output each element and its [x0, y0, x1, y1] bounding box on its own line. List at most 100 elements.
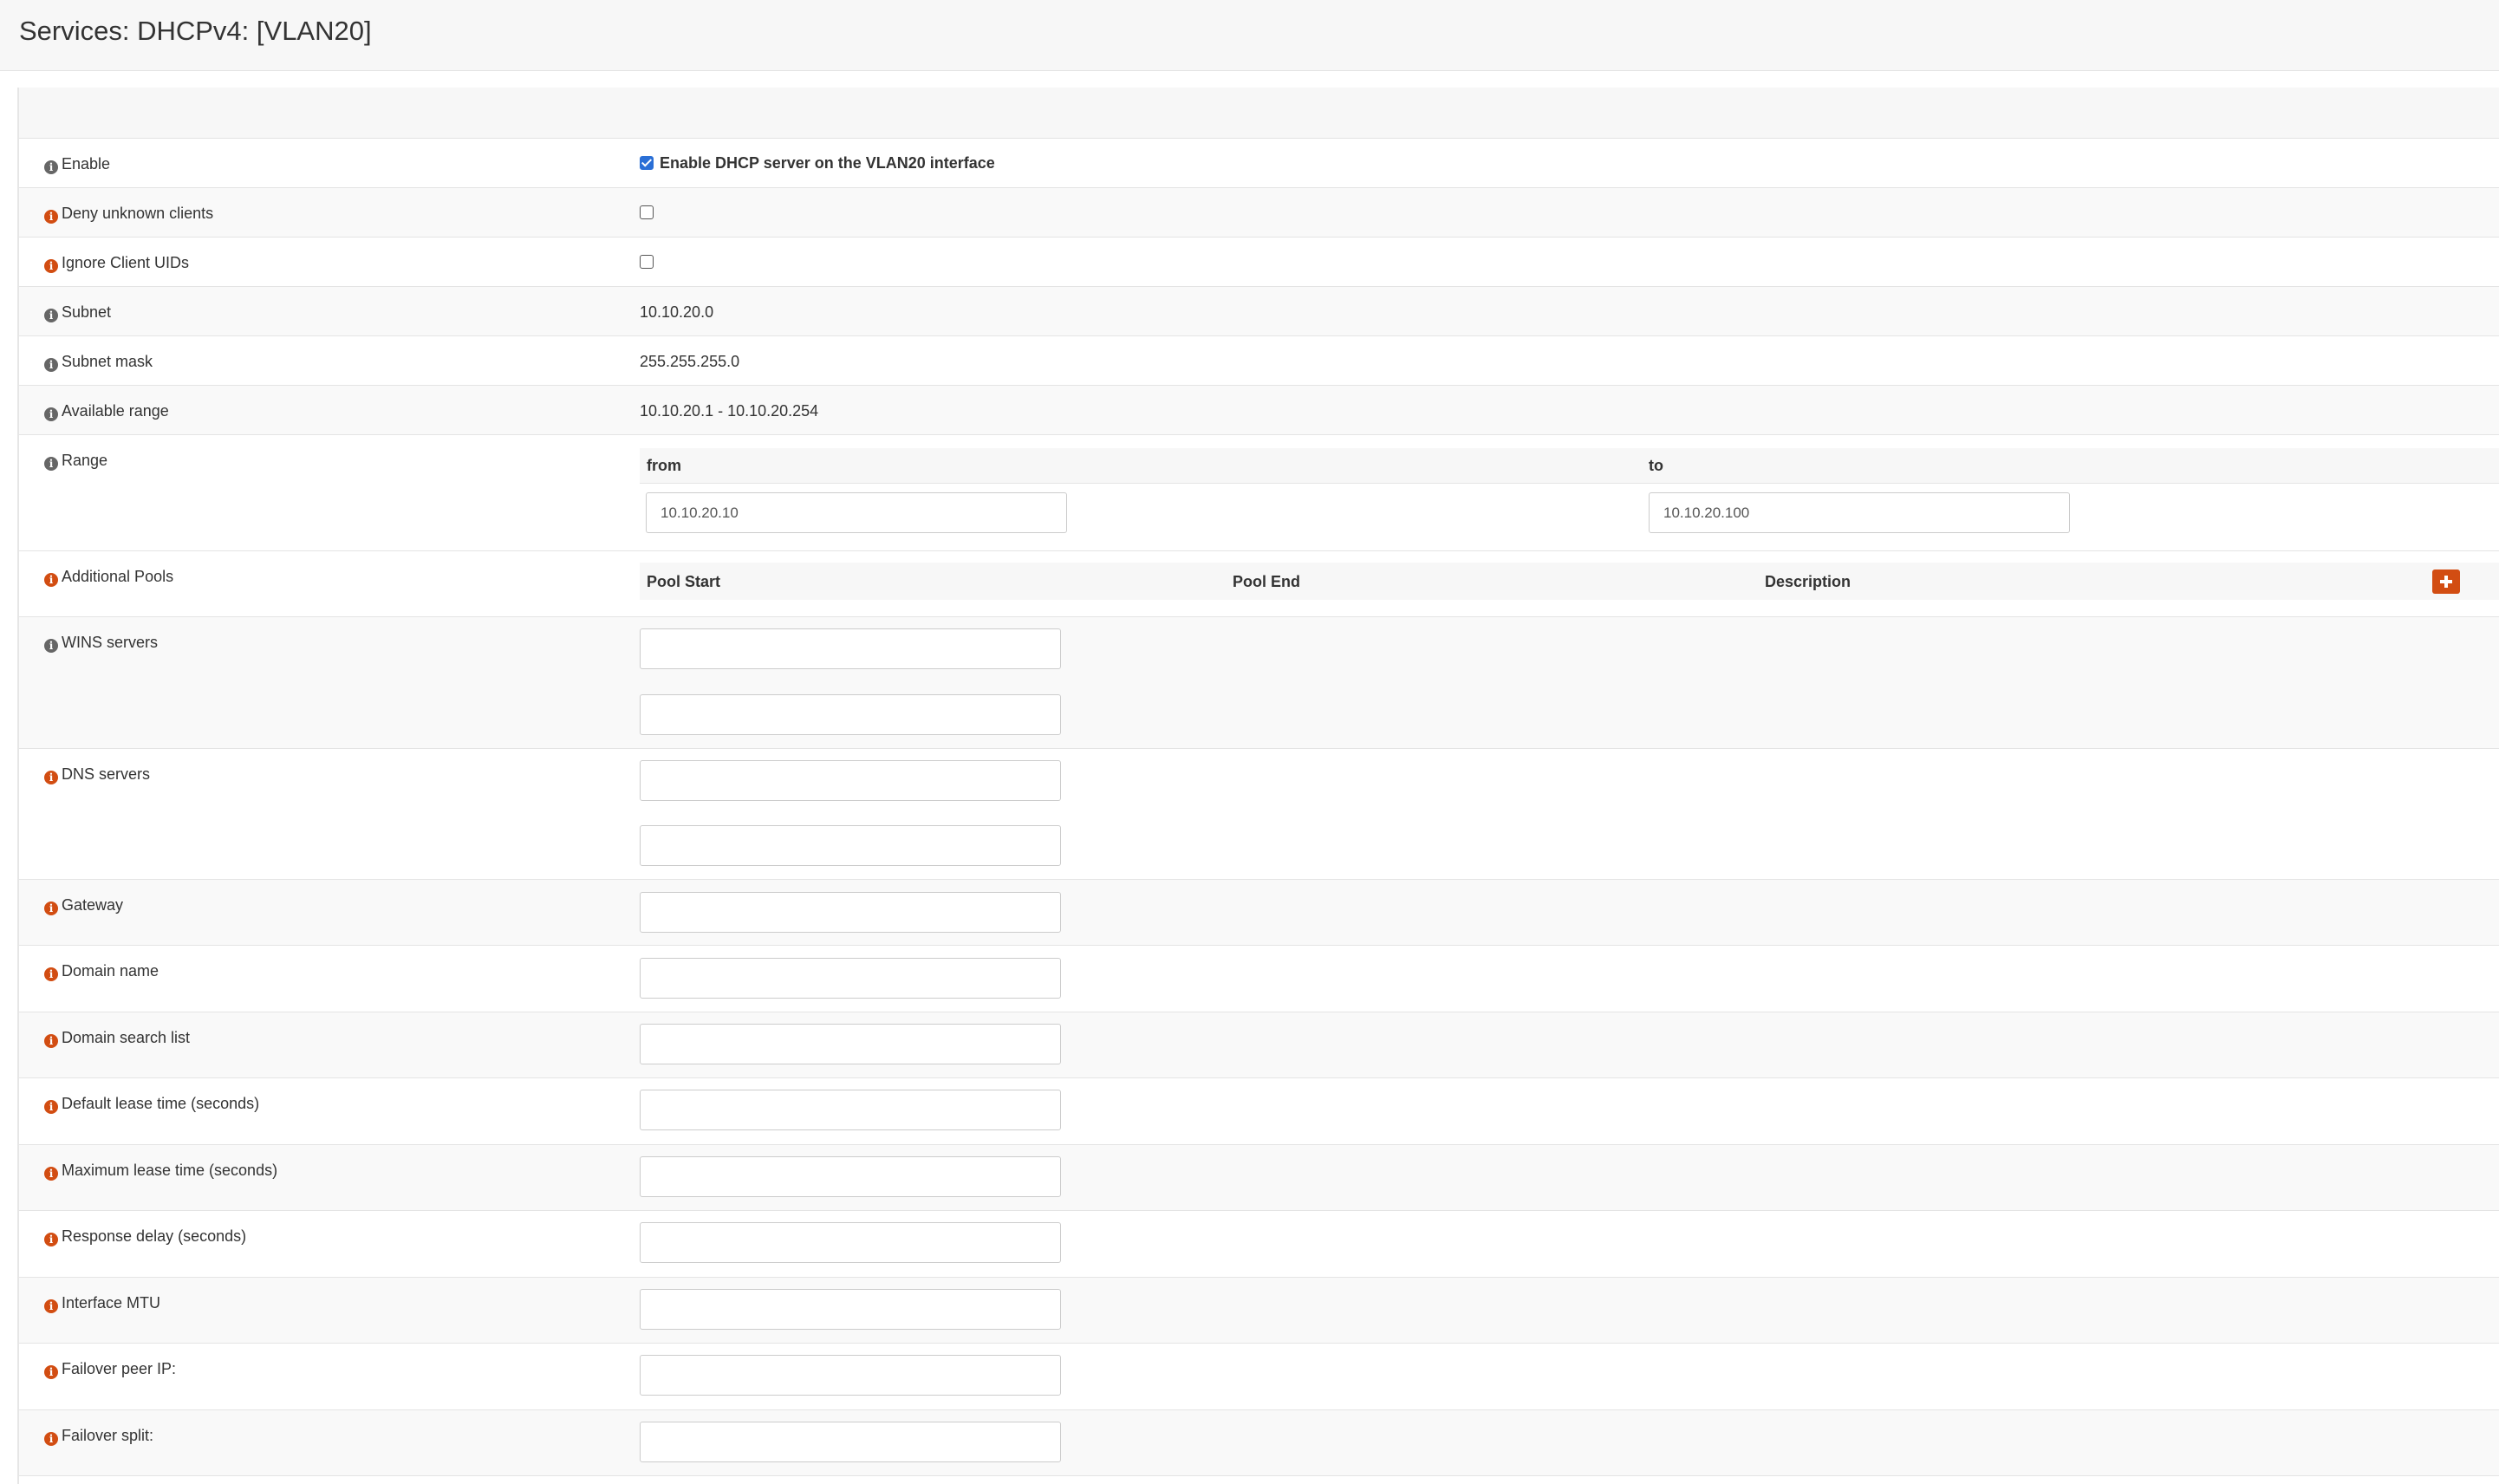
range-from-input[interactable]: [646, 492, 1067, 533]
response-delay-input[interactable]: [640, 1222, 1061, 1263]
wins-server-1-input[interactable]: [640, 628, 1061, 669]
default-lease-time-input[interactable]: [640, 1090, 1061, 1130]
row-label-response-delay: i Response delay (seconds): [44, 1227, 246, 1246]
row-enable: i Enable Enable DHCP server on the VLAN20…: [19, 139, 2499, 188]
page: Services: DHCPv4: [VLAN20] i Enable Enabl…: [0, 0, 2499, 1484]
label-text: Domain name: [62, 962, 159, 980]
info-icon[interactable]: i: [44, 901, 58, 915]
row-range: i Range from to: [19, 435, 2499, 551]
row-interface-mtu: i Interface MTU: [19, 1278, 2499, 1344]
pool-start-header: Pool Start: [647, 573, 721, 590]
row-label-domain-name: i Domain name: [44, 961, 159, 981]
available-range-value: 10.10.20.1 - 10.10.20.254: [640, 402, 819, 420]
maximum-lease-time-input[interactable]: [640, 1156, 1061, 1197]
row-label-enable: i Enable: [44, 154, 110, 174]
label-text: WINS servers: [62, 634, 159, 651]
info-icon[interactable]: i: [44, 1034, 58, 1048]
row-label-default-lease-time: i Default lease time (seconds): [44, 1094, 259, 1114]
label-text: Available range: [62, 402, 169, 420]
row-label-ignore-client-uids: i Ignore Client UIDs: [44, 253, 189, 273]
range-header: from to: [640, 448, 2499, 484]
label-text: Subnet mask: [62, 353, 153, 370]
label-text: Response delay (seconds): [62, 1227, 247, 1245]
pool-end-header: Pool End: [1233, 573, 1300, 590]
info-icon[interactable]: i: [44, 1167, 58, 1181]
pools-header: Pool Start Pool End Description: [640, 563, 2499, 600]
pool-description-header: Description: [1765, 573, 1851, 590]
row-response-delay: i Response delay (seconds): [19, 1211, 2499, 1278]
row-label-maximum-lease-time: i Maximum lease time (seconds): [44, 1161, 277, 1181]
ignore-client-uids-checkbox[interactable]: [640, 255, 654, 269]
deny-unknown-clients-checkbox[interactable]: [640, 205, 654, 219]
label-text: Deny unknown clients: [62, 205, 214, 222]
page-title: Services: DHCPv4: [VLAN20]: [19, 16, 372, 46]
row-failover-split: i Failover split:: [19, 1410, 2499, 1476]
info-icon[interactable]: i: [44, 771, 58, 784]
add-pool-button[interactable]: [2432, 570, 2460, 594]
info-icon[interactable]: i: [44, 407, 58, 421]
info-icon[interactable]: i: [44, 309, 58, 322]
info-icon[interactable]: i: [44, 1299, 58, 1313]
failover-split-input[interactable]: [640, 1422, 1061, 1462]
enable-checkbox-label[interactable]: Enable DHCP server on the VLAN20 interfa…: [660, 153, 995, 172]
info-icon[interactable]: i: [44, 160, 58, 174]
row-label-deny-unknown-clients: i Deny unknown clients: [44, 204, 213, 224]
info-icon[interactable]: i: [44, 457, 58, 471]
row-dns-servers: i DNS servers: [19, 749, 2499, 880]
row-label-additional-pools: i Additional Pools: [44, 567, 173, 587]
label-text: Range: [62, 452, 108, 469]
label-text: Ignore Client UIDs: [62, 254, 190, 271]
info-icon[interactable]: i: [44, 1233, 58, 1246]
dns-server-1-input[interactable]: [640, 760, 1061, 801]
row-subnet: i Subnet 10.10.20.0: [19, 287, 2499, 336]
row-domain-search-list: i Domain search list: [19, 1012, 2499, 1078]
row-maximum-lease-time: i Maximum lease time (seconds): [19, 1145, 2499, 1211]
info-icon[interactable]: i: [44, 1432, 58, 1446]
interface-mtu-input[interactable]: [640, 1289, 1061, 1330]
subnet-value: 10.10.20.0: [640, 303, 714, 321]
label-text: Maximum lease time (seconds): [62, 1162, 278, 1179]
label-text: Enable: [62, 155, 111, 172]
row-deny-unknown-clients: i Deny unknown clients: [19, 188, 2499, 238]
row-domain-name: i Domain name: [19, 946, 2499, 1012]
range-to-input[interactable]: [1649, 492, 2070, 533]
label-text: Domain search list: [62, 1029, 191, 1046]
info-icon[interactable]: i: [44, 1100, 58, 1114]
info-icon[interactable]: i: [44, 573, 58, 587]
row-wins-servers: i WINS servers: [19, 617, 2499, 749]
plus-icon: [2444, 576, 2448, 588]
row-label-failover-split: i Failover split:: [44, 1426, 153, 1446]
enable-checkbox[interactable]: [640, 156, 654, 170]
row-default-lease-time: i Default lease time (seconds): [19, 1078, 2499, 1145]
dns-server-2-input[interactable]: [640, 825, 1061, 866]
row-label-dns-servers: i DNS servers: [44, 765, 150, 784]
info-icon[interactable]: i: [44, 639, 58, 653]
info-icon[interactable]: i: [44, 967, 58, 981]
panel-header: [19, 88, 2499, 139]
domain-search-list-input[interactable]: [640, 1024, 1061, 1064]
label-text: Subnet: [62, 303, 112, 321]
info-icon[interactable]: i: [44, 259, 58, 273]
info-icon[interactable]: i: [44, 358, 58, 372]
info-icon[interactable]: i: [44, 1365, 58, 1379]
info-icon[interactable]: i: [44, 210, 58, 224]
row-label-wins-servers: i WINS servers: [44, 633, 158, 653]
row-label-subnet: i Subnet: [44, 303, 111, 322]
row-subnet-mask: i Subnet mask 255.255.255.0: [19, 336, 2499, 386]
row-label-domain-search-list: i Domain search list: [44, 1028, 190, 1048]
label-text: Default lease time (seconds): [62, 1095, 260, 1112]
label-text: Interface MTU: [62, 1294, 161, 1312]
range-to-header: to: [1649, 457, 1663, 474]
wins-server-2-input[interactable]: [640, 694, 1061, 735]
row-ignore-client-uids: i Ignore Client UIDs: [19, 238, 2499, 287]
label-text: DNS servers: [62, 765, 151, 783]
row-failover-peer-ip: i Failover peer IP:: [19, 1344, 2499, 1410]
domain-name-input[interactable]: [640, 958, 1061, 999]
label-text: Additional Pools: [62, 568, 174, 585]
row-label-interface-mtu: i Interface MTU: [44, 1293, 160, 1313]
page-header: Services: DHCPv4: [VLAN20]: [0, 0, 2499, 71]
row-available-range: i Available range 10.10.20.1 - 10.10.20.2…: [19, 386, 2499, 435]
gateway-input[interactable]: [640, 892, 1061, 933]
failover-peer-ip-input[interactable]: [640, 1355, 1061, 1396]
settings-panel: i Enable Enable DHCP server on the VLAN20…: [17, 88, 2499, 1484]
